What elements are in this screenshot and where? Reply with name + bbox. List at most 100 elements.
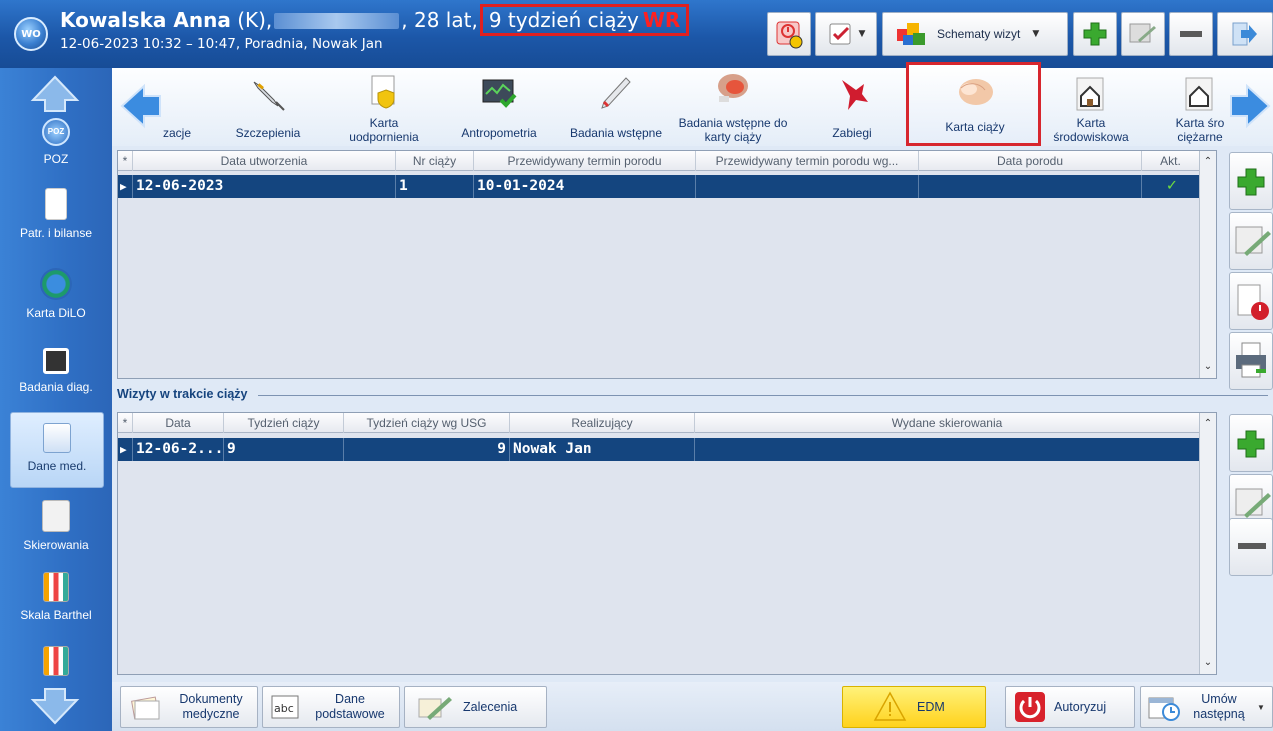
toolbar-item-pregnancy-card[interactable]: Karta ciąży [912, 72, 1038, 144]
alert-button[interactable] [767, 12, 811, 56]
patient-name: Kowalska Anna [60, 8, 231, 32]
toolbar-scroll-right-icon[interactable] [1225, 82, 1273, 130]
authorize-label: Autoryzuj [1054, 699, 1107, 714]
house-card-icon [1185, 77, 1213, 111]
visits-section-title: Wizyty w trakcie ciąży [117, 387, 248, 401]
bottom-toolbar: Dokumenty medyczne abc Dane podstawowe Z… [112, 682, 1273, 731]
visits-table: * Data Tydzień ciąży Tydzień ciąży wg US… [117, 412, 1217, 675]
remove-visit-button[interactable] [1229, 518, 1273, 576]
exit-button[interactable] [1217, 12, 1273, 56]
sidebar-item-medical-data[interactable]: Dane med. [10, 412, 104, 488]
sidebar-item-diagnostics[interactable]: Badania diag. [0, 348, 112, 394]
col-issued-referrals[interactable]: Wydane skierowania [695, 413, 1200, 433]
sidebar-item-dilo[interactable]: Karta DiLO [0, 268, 112, 320]
pregnancy-week-text: 9 tydzień ciąży [488, 8, 639, 32]
patient-avatar-icon[interactable]: WO [14, 17, 48, 51]
toolbar-item-immunity-card[interactable]: Karta uodpornienia [338, 72, 430, 144]
basic-data-label: Dane podstawowe [315, 692, 385, 721]
plus-icon [1237, 430, 1265, 458]
col-visit-date[interactable]: Data [133, 413, 224, 433]
schedule-next-label: Umów następną [1193, 692, 1245, 721]
pregnancies-table: * Data utworzenia Nr ciąży Przewidywany … [117, 150, 1217, 379]
visits-scrollbar[interactable]: ⌃ ⌄ [1199, 413, 1216, 674]
scroll-up-icon[interactable]: ⌃ [1200, 153, 1216, 171]
sidebar-item-patronage[interactable]: Patr. i bilanse [0, 188, 112, 240]
sidebar-item-referrals[interactable]: Skierowania [0, 500, 112, 552]
chevron-down-icon: ▼ [1032, 29, 1040, 39]
add-visit-button[interactable] [1229, 414, 1273, 472]
toolbar-item-environment-card[interactable]: Karta środowiskowa [1042, 72, 1140, 144]
col-expected-due-date-usg[interactable]: Przewidywany termin porodu wg... [696, 151, 919, 171]
pregnant-belly-icon [959, 79, 993, 105]
edit-button[interactable] [1121, 12, 1165, 56]
edit-pregnancy-button[interactable] [1229, 212, 1273, 270]
col-birth-date[interactable]: Data porodu [919, 151, 1142, 171]
edm-button[interactable]: EDM [842, 686, 986, 728]
sidebar-item-label: Karta DiLO [26, 306, 86, 320]
scroll-down-arrow-icon[interactable] [30, 686, 80, 726]
cell-visit-date: 12-06-2... [133, 438, 224, 461]
scroll-up-icon[interactable]: ⌃ [1200, 415, 1216, 433]
documents-stack-icon [131, 696, 160, 720]
sidebar-item-more[interactable] [0, 646, 112, 682]
col-expected-due-date[interactable]: Przewidywany termin porodu [474, 151, 696, 171]
pregnancy-exam-icon [718, 74, 748, 102]
toolbar-item-label: Zabiegi [832, 126, 872, 140]
xray-icon [43, 348, 69, 374]
toolbar-item-label: Antropometria [461, 126, 537, 140]
sidebar-item-label: Patr. i bilanse [19, 226, 93, 240]
col-performer[interactable]: Realizujący [510, 413, 695, 433]
table-row[interactable]: ▶ 12-06-2023 1 10-01-2024 ✓ [118, 175, 1200, 198]
toolbar-item-pregnancy-initial-exams[interactable]: Badania wstępne do karty ciąży [678, 72, 788, 144]
col-pregnancy-week[interactable]: Tydzień ciąży [224, 413, 344, 433]
tasks-dropdown-button[interactable]: ▼ [815, 12, 877, 56]
pregnancies-scrollbar[interactable]: ⌃ ⌄ [1199, 151, 1216, 378]
cell-pregnancy-week-usg: 9 [344, 438, 510, 461]
chevron-down-icon: ▼ [858, 29, 866, 39]
remove-button[interactable] [1169, 12, 1213, 56]
pregnancies-table-header: * Data utworzenia Nr ciąży Przewidywany … [118, 151, 1200, 171]
scroll-up-arrow-icon[interactable] [30, 74, 80, 114]
medical-documents-button[interactable]: Dokumenty medyczne [120, 686, 258, 728]
checklist-icon [829, 23, 851, 45]
scroll-down-icon[interactable]: ⌄ [1200, 654, 1216, 672]
add-pregnancy-button[interactable] [1229, 152, 1273, 210]
col-pregnancy-week-usg[interactable]: Tydzień ciąży wg USG [344, 413, 510, 433]
sidebar-item-poz[interactable]: POZ POZ [0, 118, 112, 166]
exit-arrow-icon [1232, 22, 1257, 46]
scroll-down-icon[interactable]: ⌄ [1200, 358, 1216, 376]
scale-chart-icon [43, 646, 69, 676]
plus-icon [1083, 22, 1107, 46]
toolbar-item-anthropometry[interactable]: Antropometria [450, 72, 548, 144]
cell-expected-due-date-usg [696, 175, 919, 198]
recommendations-edit-icon [418, 697, 452, 720]
cell-created-date: 12-06-2023 [133, 175, 396, 198]
print-pregnancy-button[interactable] [1229, 332, 1273, 390]
visit-schemes-button[interactable]: Schematy wizyt ▼ [882, 12, 1068, 56]
col-pregnancy-nr[interactable]: Nr ciąży [396, 151, 474, 171]
schedule-next-button[interactable]: Umów następną ▼ [1140, 686, 1273, 728]
table-row[interactable]: ▶ 12-06-2... 9 9 Nowak Jan [118, 438, 1200, 461]
abc-icon: abc [271, 695, 299, 719]
chevron-down-icon: ▼ [1257, 702, 1265, 712]
col-created-date[interactable]: Data utworzenia [133, 151, 396, 171]
edit-icon [1235, 226, 1271, 256]
module-sidebar: POZ POZ Patr. i bilanse Karta DiLO Badan… [0, 68, 112, 731]
visits-table-header: * Data Tydzień ciąży Tydzień ciąży wg US… [118, 413, 1200, 433]
basic-data-button[interactable]: abc Dane podstawowe [262, 686, 400, 728]
clipboard-icon [45, 188, 67, 220]
svg-text:abc: abc [274, 702, 294, 715]
recommendations-button[interactable]: Zalecenia [404, 686, 547, 728]
col-active[interactable]: Akt. [1142, 151, 1200, 171]
close-pregnancy-button[interactable] [1229, 272, 1273, 330]
toolbar-item-vaccinations[interactable]: Szczepienia [224, 72, 312, 144]
minus-icon [1180, 31, 1202, 37]
document-power-icon [1237, 284, 1269, 320]
cell-pregnancy-week: 9 [224, 438, 344, 461]
authorize-button[interactable]: Autoryzuj [1005, 686, 1135, 728]
add-button[interactable] [1073, 12, 1117, 56]
sidebar-item-barthel[interactable]: Skala Barthel [0, 572, 112, 622]
toolbar-item-hospitalizations[interactable]: zacje [152, 72, 202, 144]
toolbar-item-procedures[interactable]: Zabiegi [812, 72, 892, 144]
toolbar-item-initial-exams[interactable]: Badania wstępne [560, 72, 672, 144]
